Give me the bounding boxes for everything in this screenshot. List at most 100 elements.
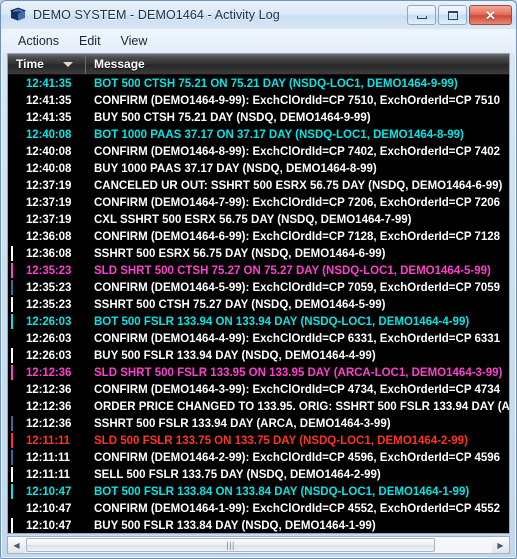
table-row[interactable]: 12:11:11 SELL 500 FSLR 133.75 DAY (NSDQ, …	[8, 466, 509, 483]
cell-message: BOT 1000 PAAS 37.17 ON 37.17 DAY (NSDQ-L…	[94, 128, 464, 141]
table-row[interactable]: 12:35:23 SLD SHRT 500 CTSH 75.27 ON 75.27…	[8, 262, 509, 279]
table-row[interactable]: 12:12:36 CONFIRM (DEMO1464-3-99): ExchClO…	[8, 381, 509, 398]
table-row[interactable]: 12:35:23 SSHRT 500 CTSH 75.27 DAY (NSDQ, …	[8, 296, 509, 313]
scrollbar-thumb[interactable]: |||	[26, 538, 436, 552]
row-marker	[8, 364, 18, 381]
row-marker	[8, 313, 18, 330]
table-row[interactable]: 12:40:08 BOT 1000 PAAS 37.17 ON 37.17 DAY…	[8, 126, 509, 143]
horizontal-scrollbar[interactable]: ◀ ||| ▶	[7, 536, 510, 554]
cell-message: SLD SHRT 500 FSLR 133.95 ON 133.95 DAY (…	[94, 366, 503, 379]
row-marker	[8, 75, 18, 92]
menu-item-actions[interactable]: Actions	[9, 32, 68, 50]
cell-message: BUY 1000 PAAS 37.17 DAY (NSDQ, DEMO1464-…	[94, 162, 377, 175]
row-marker	[8, 109, 18, 126]
table-row[interactable]: 12:35:23 CONFIRM (DEMO1464-5-99): ExchClO…	[8, 279, 509, 296]
row-marker	[8, 517, 18, 533]
cell-message: CXL SSHRT 500 ESRX 56.75 DAY (NSDQ, DEMO…	[94, 213, 412, 226]
row-marker	[8, 347, 18, 364]
table-row[interactable]: 12:41:35 BUY 500 CTSH 75.21 DAY (NSDQ, DE…	[8, 109, 509, 126]
cell-message: CONFIRM (DEMO1464-4-99): ExchClOrdId=CP …	[94, 332, 501, 345]
cell-message: BOT 500 CTSH 75.21 ON 75.21 DAY (NSDQ-LO…	[94, 77, 458, 90]
row-marker	[8, 143, 18, 160]
cell-time: 12:11:11	[26, 451, 70, 464]
scrollbar-grip-icon: |||	[226, 539, 235, 550]
table-row[interactable]: 12:12:36 SLD SHRT 500 FSLR 133.95 ON 133.…	[8, 364, 509, 381]
row-marker	[8, 330, 18, 347]
table-row[interactable]: 12:10:47 BUY 500 FSLR 133.84 DAY (NSDQ, D…	[8, 517, 509, 533]
row-marker	[8, 296, 18, 313]
table-row[interactable]: 12:36:08 SSHRT 500 ESRX 56.75 DAY (NSDQ, …	[8, 245, 509, 262]
table-row[interactable]: 12:37:19 CANCELED UR OUT: SSHRT 500 ESRX …	[8, 177, 509, 194]
table-row[interactable]: 12:26:03 CONFIRM (DEMO1464-4-99): ExchClO…	[8, 330, 509, 347]
window-title: DEMO SYSTEM - DEMO1464 - Activity Log	[33, 8, 280, 22]
column-header-message-label: Message	[94, 57, 145, 71]
cell-time: 12:40:08	[26, 128, 72, 141]
column-header-time[interactable]: Time	[8, 54, 86, 74]
cell-message: CONFIRM (DEMO1464-6-99): ExchClOrdId=CP …	[94, 230, 501, 243]
cell-message: CONFIRM (DEMO1464-2-99): ExchClOrdId=CP …	[94, 451, 501, 464]
activity-log-grid: Time Message 12:41:35 BOT 500 CTSH 75.21 …	[7, 53, 510, 534]
cell-message: CANCELED UR OUT: SSHRT 500 ESRX 56.75 DA…	[94, 179, 503, 192]
minimize-button[interactable]	[407, 5, 436, 25]
cell-message: SLD SHRT 500 CTSH 75.27 ON 75.27 DAY (NS…	[94, 264, 491, 277]
table-row[interactable]: 12:37:19 CXL SSHRT 500 ESRX 56.75 DAY (NS…	[8, 211, 509, 228]
table-row[interactable]: 12:40:08 BUY 1000 PAAS 37.17 DAY (NSDQ, D…	[8, 160, 509, 177]
cell-message: BUY 500 FSLR 133.94 DAY (NSDQ, DEMO1464-…	[94, 349, 376, 362]
cell-message: CONFIRM (DEMO1464-1-99): ExchClOrdId=CP …	[94, 502, 501, 515]
row-marker	[8, 92, 18, 109]
cell-time: 12:37:19	[26, 196, 72, 209]
cell-message: CONFIRM (DEMO1464-3-99): ExchClOrdId=CP …	[94, 383, 501, 396]
cell-time: 12:12:36	[26, 417, 72, 430]
table-row[interactable]: 12:11:11 SLD 500 FSLR 133.75 ON 133.75 DA…	[8, 432, 509, 449]
row-marker	[8, 228, 18, 245]
table-row[interactable]: 12:37:19 CONFIRM (DEMO1464-7-99): ExchClO…	[8, 194, 509, 211]
close-button[interactable]: ✕	[469, 5, 512, 25]
table-row[interactable]: 12:41:35 CONFIRM (DEMO1464-9-99): ExchClO…	[8, 92, 509, 109]
row-marker	[8, 262, 18, 279]
scroll-right-arrow-icon[interactable]: ▶	[492, 537, 509, 553]
table-row[interactable]: 12:12:36 ORDER PRICE CHANGED TO 133.95. O…	[8, 398, 509, 415]
table-row[interactable]: 12:36:08 CONFIRM (DEMO1464-6-99): ExchClO…	[8, 228, 509, 245]
row-marker	[8, 466, 18, 483]
menu-bar: Actions Edit View	[1, 29, 516, 53]
cell-time: 12:12:36	[26, 400, 72, 413]
row-marker	[8, 194, 18, 211]
log-row-list[interactable]: 12:41:35 BOT 500 CTSH 75.21 ON 75.21 DAY …	[8, 75, 509, 533]
table-row[interactable]: 12:12:36 SSHRT 500 FSLR 133.94 DAY (ARCA,…	[8, 415, 509, 432]
menu-item-view[interactable]: View	[112, 32, 157, 50]
table-row[interactable]: 12:40:08 CONFIRM (DEMO1464-8-99): ExchClO…	[8, 143, 509, 160]
cell-message: BOT 500 FSLR 133.84 ON 133.84 DAY (NSDQ-…	[94, 485, 470, 498]
menu-item-edit[interactable]: Edit	[70, 32, 110, 50]
row-marker	[8, 483, 18, 500]
book-log-icon	[9, 7, 27, 23]
cell-time: 12:36:08	[26, 247, 72, 260]
cell-message: SELL 500 FSLR 133.75 DAY (NSDQ, DEMO1464…	[94, 468, 381, 481]
table-row[interactable]: 12:41:35 BOT 500 CTSH 75.21 ON 75.21 DAY …	[8, 75, 509, 92]
row-marker	[8, 415, 18, 432]
cell-time: 12:10:47	[26, 485, 72, 498]
maximize-button[interactable]	[438, 5, 467, 25]
cell-time: 12:40:08	[26, 145, 72, 158]
cell-message: SSHRT 500 ESRX 56.75 DAY (NSDQ, DEMO1464…	[94, 247, 386, 260]
title-bar[interactable]: DEMO SYSTEM - DEMO1464 - Activity Log ✕	[1, 1, 516, 29]
cell-time: 12:10:47	[26, 502, 72, 515]
table-row[interactable]: 12:26:03 BOT 500 FSLR 133.94 ON 133.94 DA…	[8, 313, 509, 330]
table-row[interactable]: 12:26:03 BUY 500 FSLR 133.94 DAY (NSDQ, D…	[8, 347, 509, 364]
cell-message: SSHRT 500 FSLR 133.94 DAY (ARCA, DEMO146…	[94, 417, 391, 430]
table-row[interactable]: 12:10:47 CONFIRM (DEMO1464-1-99): ExchClO…	[8, 500, 509, 517]
cell-time: 12:12:36	[26, 383, 72, 396]
cell-time: 12:35:23	[26, 264, 72, 277]
row-marker	[8, 160, 18, 177]
cell-message: CONFIRM (DEMO1464-8-99): ExchClOrdId=CP …	[94, 145, 501, 158]
scroll-left-arrow-icon[interactable]: ◀	[8, 537, 25, 553]
scrollbar-track[interactable]: |||	[25, 537, 492, 553]
cell-time: 12:26:03	[26, 332, 72, 345]
row-marker	[8, 381, 18, 398]
cell-message: BUY 500 CTSH 75.21 DAY (NSDQ, DEMO1464-9…	[94, 111, 371, 124]
cell-time: 12:37:19	[26, 179, 72, 192]
table-row[interactable]: 12:10:47 BOT 500 FSLR 133.84 ON 133.84 DA…	[8, 483, 509, 500]
row-marker	[8, 279, 18, 296]
column-header-message[interactable]: Message	[86, 54, 509, 74]
cell-time: 12:41:35	[26, 77, 72, 90]
table-row[interactable]: 12:11:11 CONFIRM (DEMO1464-2-99): ExchClO…	[8, 449, 509, 466]
